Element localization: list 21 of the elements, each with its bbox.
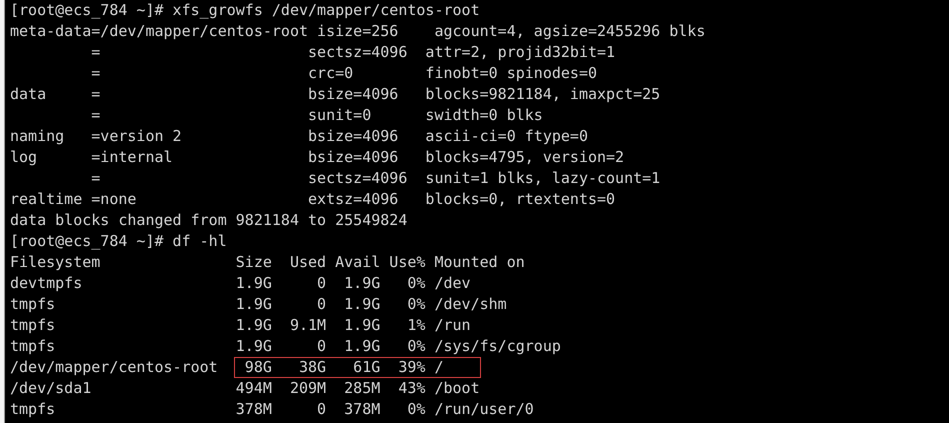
terminal-line: devtmpfs 1.9G 0 1.9G 0% /dev	[10, 273, 471, 294]
terminal-line: = crc=0 finobt=0 spinodes=0	[90, 63, 597, 84]
terminal-line: data = bsize=4096 blocks=9821184, imaxpct=25	[10, 84, 660, 105]
terminal-line: /dev/sda1 494M 209M 285M 43% /boot	[10, 378, 480, 399]
terminal-line: = sunit=0 swidth=0 blks	[90, 105, 543, 126]
terminal-line: [root@ecs_784 ~]# xfs_growfs /dev/mapper/centos-root	[10, 0, 480, 21]
highlight-box: 98G 38G 61G 39% /	[234, 357, 480, 378]
terminal-line: = sectsz=4096 attr=2, projid32bit=1	[90, 42, 616, 63]
terminal-line: realtime =none extsz=4096 blocks=0, rtextents=0	[10, 189, 616, 210]
terminal-line: /dev/mapper/centos-root	[10, 357, 219, 378]
terminal-line: tmpfs 1.9G 9.1M 1.9G 1% /run	[10, 315, 471, 336]
terminal-line: log =internal bsize=4096 blocks=4795, version=2	[10, 147, 624, 168]
terminal-line: [root@ecs_784 ~]# df -hl	[10, 231, 227, 252]
terminal-line: naming =version 2 bsize=4096 ascii-ci=0 ftype=0	[10, 126, 588, 147]
terminal-line: tmpfs 378M 0 378M 0% /run/user/0	[10, 399, 534, 420]
terminal-line: tmpfs 1.9G 0 1.9G 0% /dev/shm	[10, 294, 507, 315]
terminal-line: meta-data=/dev/mapper/centos-root isize=256 agcount=4, agsize=2455296 blks	[10, 21, 706, 42]
terminal-line: data blocks changed from 9821184 to 25549824	[10, 210, 408, 231]
terminal-line: Filesystem Size Used Avail Use% Mounted on	[10, 252, 525, 273]
terminal-line: tmpfs 1.9G 0 1.9G 0% /sys/fs/cgroup	[10, 336, 561, 357]
terminal-line: = sectsz=4096 sunit=1 blks, lazy-count=1	[90, 168, 660, 189]
